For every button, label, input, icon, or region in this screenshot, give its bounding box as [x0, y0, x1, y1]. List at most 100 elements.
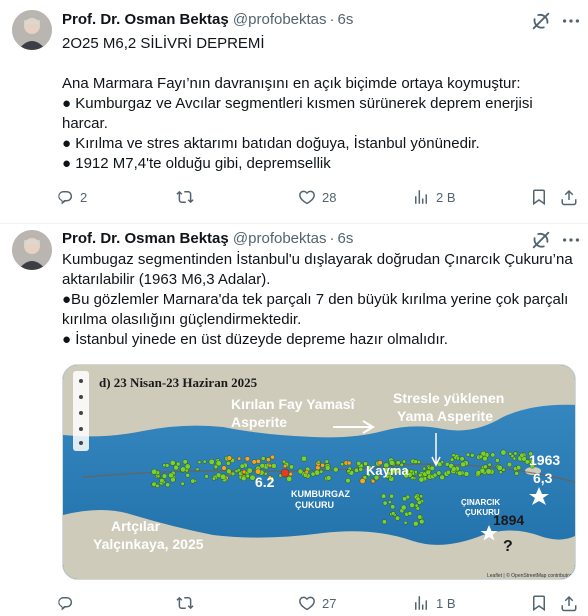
tweet-header: Prof. Dr. Osman Bektaş @profobektas · 6s: [62, 230, 354, 247]
like-count: 27: [322, 595, 337, 611]
earthquake-point: [413, 459, 418, 464]
earthquake-point: [161, 473, 168, 479]
earthquake-point: [382, 500, 388, 506]
share-button[interactable]: [560, 184, 578, 210]
bookmark-button[interactable]: [530, 184, 548, 210]
earthquake-point: [324, 459, 329, 464]
tweet-time[interactable]: 6s: [338, 230, 354, 247]
earthquake-point: [297, 468, 304, 475]
avatar[interactable]: [12, 230, 52, 270]
earthquake-point: [226, 455, 233, 461]
earthquake-point: [475, 470, 482, 476]
share-button[interactable]: [560, 590, 578, 616]
earthquake-point: [418, 476, 425, 483]
label-kumburgaz-line1: KUMBURGAZ: [291, 489, 350, 499]
earthquake-point: [451, 453, 456, 458]
author-handle[interactable]: @profobektas: [233, 230, 327, 247]
earthquake-point: [415, 496, 421, 502]
views-icon: [415, 190, 427, 204]
share-icon: [561, 189, 577, 206]
earthquake-point: [301, 455, 307, 462]
label-cinarcik-line1: ÇINARCIK: [461, 498, 500, 507]
reply-button[interactable]: 2: [56, 184, 87, 210]
earthquake-point: [450, 457, 455, 462]
author-handle[interactable]: @profobektas: [233, 11, 327, 28]
earthquake-point: [446, 469, 451, 475]
author-name[interactable]: Prof. Dr. Osman Bektaş: [62, 11, 229, 28]
tweet-time[interactable]: 6s: [338, 11, 354, 28]
earthquake-point: [221, 465, 227, 471]
views-button[interactable]: 2 B: [412, 184, 456, 210]
author-name[interactable]: Prof. Dr. Osman Bektaş: [62, 230, 229, 247]
earthquake-point: [303, 472, 308, 478]
earthquake-point: [459, 456, 465, 462]
earthquake-point: [239, 463, 245, 469]
label-question: ?: [503, 538, 513, 555]
earthquake-point: [333, 466, 339, 473]
earthquake-point: [213, 464, 219, 470]
earthquake-point: [159, 478, 165, 484]
tweet-image-map[interactable]: d) 23 Nisan-23 Haziran 2025 Kırılan Fay …: [62, 364, 576, 580]
earthquake-point: [319, 469, 324, 474]
earthquake-point: [326, 475, 332, 481]
earthquake-point: [265, 457, 271, 462]
label-1963-line2: 6,3: [533, 470, 553, 486]
earthquake-point: [282, 459, 286, 464]
earthquake-point: [151, 468, 158, 475]
earthquake-point: [204, 474, 209, 479]
earthquake-point: [346, 469, 351, 474]
grok-icon[interactable]: [530, 229, 552, 251]
tweet-2[interactable]: Prof. Dr. Osman Bektaş @profobektas · 6s K…: [0, 224, 588, 616]
reply-count: 2: [80, 189, 88, 205]
earthquake-point: [358, 467, 364, 472]
earthquake-point: [289, 464, 294, 470]
repost-button[interactable]: [176, 184, 200, 210]
more-options-icon[interactable]: [560, 10, 582, 32]
map-zoom-controls[interactable]: [73, 371, 89, 451]
earthquake-point: [418, 472, 423, 478]
earthquake-point: [512, 456, 517, 461]
earthquake-point: [419, 494, 424, 499]
earthquake-point: [220, 473, 227, 480]
label-artcilar-line1: Artçılar: [111, 518, 161, 534]
bookmark-button[interactable]: [530, 590, 548, 616]
earthquake-point: [180, 481, 185, 486]
earthquake-point: [506, 461, 513, 468]
earthquake-point: [432, 472, 438, 478]
label-artcilar-line2: Yalçınkaya, 2025: [93, 536, 204, 552]
earthquake-point: [184, 468, 189, 473]
grok-icon[interactable]: [530, 10, 552, 32]
earthquake-point: [498, 470, 503, 475]
more-options-icon[interactable]: [560, 229, 582, 251]
like-button[interactable]: 27: [298, 590, 336, 616]
earthquake-point: [508, 451, 513, 456]
avatar[interactable]: [12, 10, 52, 50]
earthquake-point: [496, 465, 503, 471]
earthquake-point: [457, 470, 463, 476]
earthquake-point: [400, 504, 407, 511]
earthquake-point: [211, 476, 216, 481]
earthquake-point: [283, 464, 287, 469]
earthquake-point: [495, 458, 500, 463]
label-kumburgaz-line2: ÇUKURU: [295, 500, 334, 510]
earthquake-point: [255, 458, 261, 464]
like-button[interactable]: 28: [298, 184, 336, 210]
earthquake-point: [402, 496, 407, 502]
tweet-1[interactable]: Prof. Dr. Osman Bektaş @profobektas · 6s 2…: [0, 0, 588, 224]
earthquake-point: [513, 451, 518, 456]
earthquake-point: [514, 471, 519, 476]
tweet-header: Prof. Dr. Osman Bektaş @profobektas · 6s: [62, 11, 354, 28]
reply-button[interactable]: [56, 590, 80, 616]
repost-button[interactable]: [176, 590, 200, 616]
earthquake-point: [175, 461, 181, 467]
earthquake-point: [268, 463, 273, 468]
earthquake-point: [436, 470, 442, 476]
map-attribution: Leaflet | © OpenStreetMap contributors: [487, 572, 574, 579]
earthquake-point: [241, 469, 247, 475]
tweet-text: 2O25 M6,2 SİLİVRİ DEPREMİ Ana Marmara Fa…: [62, 35, 533, 172]
tweet-actions: 2 28 2 B: [56, 184, 582, 210]
earthquake-point: [324, 465, 331, 471]
views-button[interactable]: 1 B: [412, 590, 456, 616]
earthquake-point: [162, 463, 167, 468]
earthquake-point: [316, 460, 321, 464]
